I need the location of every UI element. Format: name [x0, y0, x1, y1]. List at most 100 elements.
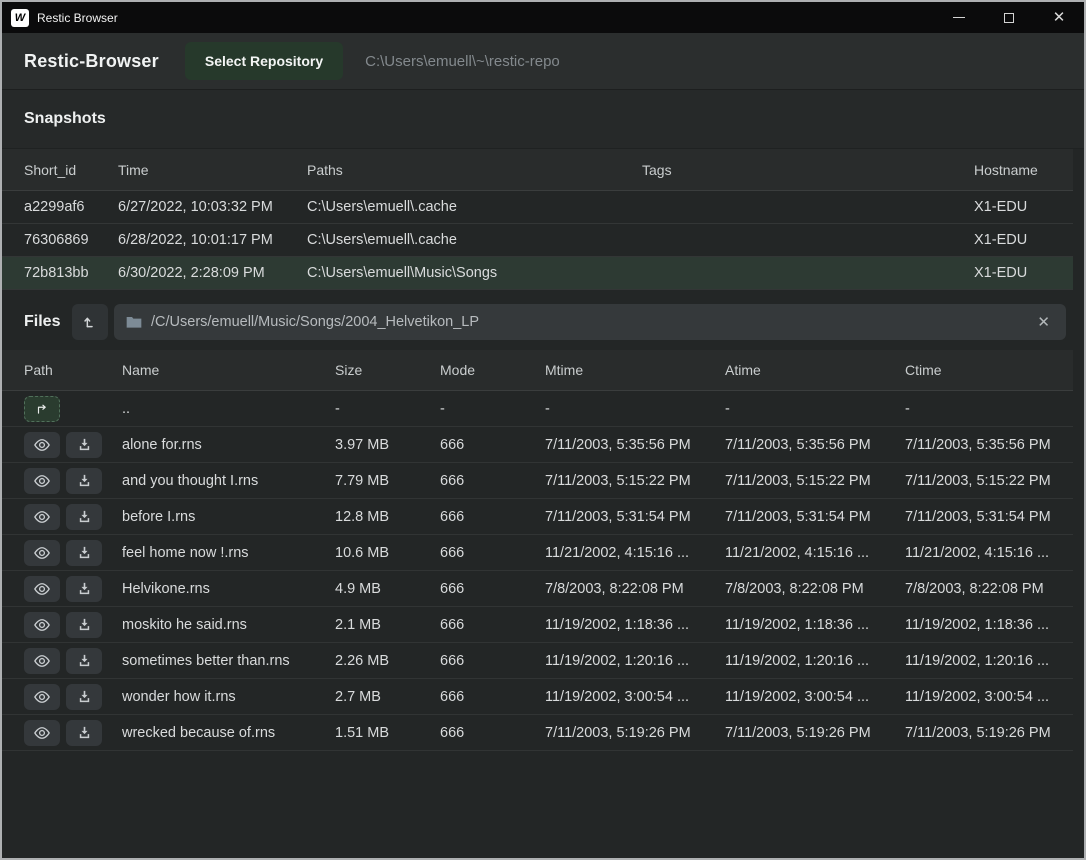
download-file-button[interactable]	[66, 648, 102, 674]
download-icon	[77, 653, 92, 668]
maximize-button[interactable]	[984, 2, 1034, 33]
file-size: 12.8 MB	[335, 509, 440, 525]
file-row[interactable]: wonder how it.rns 2.7 MB 666 11/19/2002,…	[2, 679, 1073, 715]
file-name: wrecked because of.rns	[122, 725, 335, 741]
snapshot-hostname: X1-EDU	[974, 265, 1059, 281]
snapshot-paths: C:\Users\emuell\.cache	[307, 199, 642, 215]
close-icon: ✕	[1053, 10, 1066, 25]
preview-file-button[interactable]	[24, 720, 60, 746]
download-file-button[interactable]	[66, 576, 102, 602]
column-header-mode: Mode	[440, 362, 545, 378]
file-name: Helvikone.rns	[122, 581, 335, 597]
column-header-ctime: Ctime	[905, 362, 1063, 378]
snapshot-time: 6/28/2022, 10:01:17 PM	[118, 232, 307, 248]
snapshot-row[interactable]: a2299af6 6/27/2022, 10:03:32 PM C:\Users…	[2, 191, 1073, 224]
files-path-value[interactable]: /C/Users/emuell/Music/Songs/2004_Helveti…	[151, 314, 1033, 330]
file-row[interactable]: wrecked because of.rns 1.51 MB 666 7/11/…	[2, 715, 1073, 751]
preview-file-button[interactable]	[24, 432, 60, 458]
file-mode: 666	[440, 473, 545, 489]
download-file-button[interactable]	[66, 720, 102, 746]
snapshot-row[interactable]: 72b813bb 6/30/2022, 2:28:09 PM C:\Users\…	[2, 257, 1073, 290]
preview-file-button[interactable]	[24, 648, 60, 674]
download-file-button[interactable]	[66, 432, 102, 458]
file-name: before I.rns	[122, 509, 335, 525]
preview-file-button[interactable]	[24, 468, 60, 494]
column-header-hostname: Hostname	[974, 162, 1059, 178]
download-file-button[interactable]	[66, 612, 102, 638]
file-size: 7.79 MB	[335, 473, 440, 489]
preview-file-button[interactable]	[24, 612, 60, 638]
file-ctime: 7/11/2003, 5:15:22 PM	[905, 473, 1063, 489]
preview-file-button[interactable]	[24, 504, 60, 530]
select-repository-button[interactable]: Select Repository	[185, 42, 343, 80]
file-mtime: 7/8/2003, 8:22:08 PM	[545, 581, 725, 597]
files-table-header: PathNameSizeModeMtimeAtimeCtime	[2, 350, 1073, 391]
file-mode: 666	[440, 653, 545, 669]
snapshot-row[interactable]: 76306869 6/28/2022, 10:01:17 PM C:\Users…	[2, 224, 1073, 257]
file-row[interactable]: alone for.rns 3.97 MB 666 7/11/2003, 5:3…	[2, 427, 1073, 463]
file-row[interactable]: and you thought I.rns 7.79 MB 666 7/11/2…	[2, 463, 1073, 499]
app-title: Restic-Browser	[24, 51, 159, 72]
titlebar[interactable]: W Restic Browser ✕	[2, 2, 1084, 33]
file-mtime: 7/11/2003, 5:15:22 PM	[545, 473, 725, 489]
download-file-button[interactable]	[66, 468, 102, 494]
download-icon	[77, 617, 92, 632]
file-mode: 666	[440, 581, 545, 597]
snapshots-section-header: Snapshots	[2, 90, 1084, 149]
eye-icon	[33, 690, 51, 704]
minimize-button[interactable]	[934, 2, 984, 33]
snapshot-time: 6/27/2022, 10:03:32 PM	[118, 199, 307, 215]
parent-directory-row[interactable]: .. - - - - -	[2, 391, 1073, 427]
file-mode: 666	[440, 725, 545, 741]
file-ctime: 11/19/2002, 1:18:36 ...	[905, 617, 1063, 633]
file-ctime: 11/21/2002, 4:15:16 ...	[905, 545, 1063, 561]
snapshot-paths: C:\Users\emuell\.cache	[307, 232, 642, 248]
clear-path-button[interactable]: ✕	[1033, 311, 1054, 333]
download-file-button[interactable]	[66, 540, 102, 566]
file-name: sometimes better than.rns	[122, 653, 335, 669]
file-row[interactable]: sometimes better than.rns 2.26 MB 666 11…	[2, 643, 1073, 679]
go-up-level-button[interactable]	[72, 304, 108, 340]
file-atime: 7/11/2003, 5:19:26 PM	[725, 725, 905, 741]
file-row[interactable]: feel home now !.rns 10.6 MB 666 11/21/20…	[2, 535, 1073, 571]
download-file-button[interactable]	[66, 684, 102, 710]
file-ctime: 11/19/2002, 3:00:54 ...	[905, 689, 1063, 705]
snapshot-time: 6/30/2022, 2:28:09 PM	[118, 265, 307, 281]
snapshot-paths: C:\Users\emuell\Music\Songs	[307, 265, 642, 281]
download-file-button[interactable]	[66, 504, 102, 530]
preview-file-button[interactable]	[24, 684, 60, 710]
column-header-size: Size	[335, 362, 440, 378]
file-mode: 666	[440, 689, 545, 705]
eye-icon	[33, 654, 51, 668]
file-mtime: 11/21/2002, 4:15:16 ...	[545, 545, 725, 561]
column-header-mtime: Mtime	[545, 362, 725, 378]
download-icon	[77, 689, 92, 704]
column-header-short_id: Short_id	[24, 162, 118, 178]
file-ctime: 7/11/2003, 5:19:26 PM	[905, 725, 1063, 741]
file-row[interactable]: Helvikone.rns 4.9 MB 666 7/8/2003, 8:22:…	[2, 571, 1073, 607]
preview-file-button[interactable]	[24, 540, 60, 566]
go-parent-button[interactable]	[24, 396, 60, 422]
close-button[interactable]: ✕	[1034, 2, 1084, 33]
preview-file-button[interactable]	[24, 576, 60, 602]
file-mtime: 11/19/2002, 3:00:54 ...	[545, 689, 725, 705]
file-row[interactable]: before I.rns 12.8 MB 666 7/11/2003, 5:31…	[2, 499, 1073, 535]
file-name: and you thought I.rns	[122, 473, 335, 489]
download-icon	[77, 581, 92, 596]
eye-icon	[33, 474, 51, 488]
file-row[interactable]: moskito he said.rns 2.1 MB 666 11/19/200…	[2, 607, 1073, 643]
download-icon	[77, 437, 92, 452]
eye-icon	[33, 510, 51, 524]
file-size: 10.6 MB	[335, 545, 440, 561]
file-mtime: 11/19/2002, 1:18:36 ...	[545, 617, 725, 633]
column-header-name: Name	[122, 362, 335, 378]
eye-icon	[33, 582, 51, 596]
file-atime: 7/11/2003, 5:35:56 PM	[725, 437, 905, 453]
file-size: 3.97 MB	[335, 437, 440, 453]
file-ctime: -	[905, 401, 1063, 417]
wails-logo-icon: W	[11, 9, 29, 27]
files-path-bar[interactable]: /C/Users/emuell/Music/Songs/2004_Helveti…	[114, 304, 1066, 340]
file-size: 4.9 MB	[335, 581, 440, 597]
file-ctime: 7/11/2003, 5:31:54 PM	[905, 509, 1063, 525]
window-title: Restic Browser	[37, 11, 118, 25]
